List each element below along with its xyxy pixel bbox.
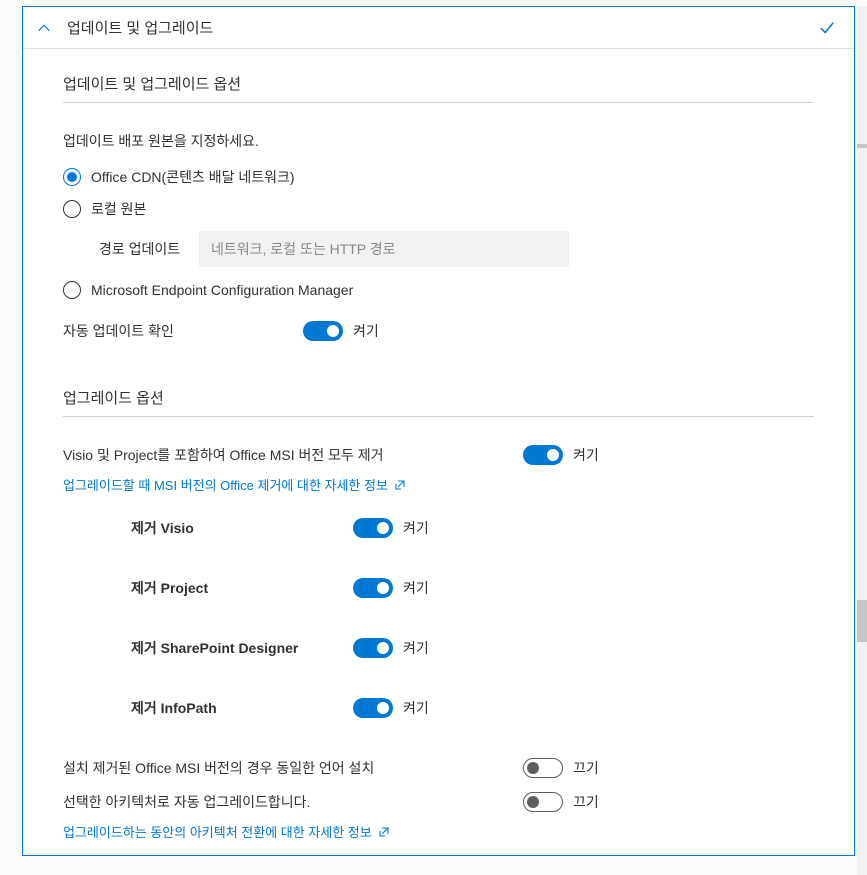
auto-arch-label: 선택한 아키텍처로 자동 업그레이드합니다. bbox=[63, 792, 523, 812]
radio-label: Microsoft Endpoint Configuration Manager bbox=[91, 282, 353, 298]
same-language-toggle[interactable] bbox=[523, 758, 563, 778]
same-language-label: 설치 제거된 Office MSI 버전의 경우 동일한 언어 설치 bbox=[63, 758, 523, 778]
panel-content: 업데이트 및 업그레이드 옵션 업데이트 배포 원본을 지정하세요. Offic… bbox=[23, 49, 854, 855]
auto-update-check-row: 자동 업데이트 확인 켜기 bbox=[63, 321, 814, 341]
toggle-state: 끄기 bbox=[573, 792, 599, 812]
arch-info-link[interactable]: 업그레이드하는 동안의 아키텍처 전환에 대한 자세한 정보 bbox=[63, 822, 814, 841]
remove-project-toggle[interactable] bbox=[353, 578, 393, 598]
radio-mecm[interactable]: Microsoft Endpoint Configuration Manager bbox=[63, 281, 814, 299]
radio-icon bbox=[63, 200, 81, 218]
remove-spd-row: 제거 SharePoint Designer 켜기 bbox=[63, 638, 814, 658]
section-heading-upgrade: 업그레이드 옵션 bbox=[63, 387, 814, 417]
toggle-state: 켜기 bbox=[403, 638, 429, 658]
chevron-up-icon bbox=[37, 21, 51, 35]
same-language-row: 설치 제거된 Office MSI 버전의 경우 동일한 언어 설치 끄기 bbox=[63, 758, 814, 778]
remove-visio-toggle[interactable] bbox=[353, 518, 393, 538]
msi-info-link[interactable]: 업그레이드할 때 MSI 버전의 Office 제거에 대한 자세한 정보 bbox=[63, 475, 814, 494]
radio-label: Office CDN(콘텐츠 배달 네트워크) bbox=[91, 167, 295, 187]
remove-msi-toggle[interactable] bbox=[523, 445, 563, 465]
radio-icon bbox=[63, 281, 81, 299]
remove-infopath-row: 제거 InfoPath 켜기 bbox=[63, 698, 814, 718]
radio-icon bbox=[63, 168, 81, 186]
panel-header[interactable]: 업데이트 및 업그레이드 bbox=[23, 7, 854, 49]
instruction-text: 업데이트 배포 원본을 지정하세요. bbox=[63, 131, 814, 151]
remove-spd-label: 제거 SharePoint Designer bbox=[63, 638, 353, 658]
external-link-icon bbox=[394, 479, 406, 491]
remove-visio-label: 제거 Visio bbox=[63, 518, 353, 538]
update-upgrade-panel: 업데이트 및 업그레이드 업데이트 및 업그레이드 옵션 업데이트 배포 원본을… bbox=[22, 6, 855, 856]
auto-update-label: 자동 업데이트 확인 bbox=[63, 321, 303, 341]
check-icon bbox=[818, 19, 836, 37]
auto-update-toggle[interactable] bbox=[303, 321, 343, 341]
update-path-input[interactable] bbox=[199, 231, 569, 267]
scrollbar-track[interactable] bbox=[857, 6, 867, 875]
remove-infopath-toggle[interactable] bbox=[353, 698, 393, 718]
remove-project-label: 제거 Project bbox=[63, 578, 353, 598]
toggle-state: 켜기 bbox=[403, 578, 429, 598]
link-text: 업그레이드하는 동안의 아키텍처 전환에 대한 자세한 정보 bbox=[63, 822, 372, 841]
radio-local-source[interactable]: 로컬 원본 bbox=[63, 199, 814, 219]
remove-visio-row: 제거 Visio 켜기 bbox=[63, 518, 814, 538]
update-path-row: 경로 업데이트 bbox=[99, 231, 814, 267]
scrollbar-thumb[interactable] bbox=[857, 144, 867, 148]
radio-label: 로컬 원본 bbox=[91, 199, 146, 219]
auto-arch-row: 선택한 아키텍처로 자동 업그레이드합니다. 끄기 bbox=[63, 792, 814, 812]
scrollbar-thumb[interactable] bbox=[857, 600, 867, 642]
remove-infopath-label: 제거 InfoPath bbox=[63, 698, 353, 718]
toggle-state: 켜기 bbox=[403, 698, 429, 718]
update-path-label: 경로 업데이트 bbox=[99, 239, 199, 259]
external-link-icon bbox=[378, 826, 390, 838]
panel-title: 업데이트 및 업그레이드 bbox=[67, 17, 818, 38]
auto-arch-toggle[interactable] bbox=[523, 792, 563, 812]
section-heading-update: 업데이트 및 업그레이드 옵션 bbox=[63, 73, 814, 103]
toggle-state: 켜기 bbox=[353, 321, 379, 341]
remove-project-row: 제거 Project 켜기 bbox=[63, 578, 814, 598]
link-text: 업그레이드할 때 MSI 버전의 Office 제거에 대한 자세한 정보 bbox=[63, 475, 388, 494]
remove-msi-row: Visio 및 Project를 포함하여 Office MSI 버전 모두 제… bbox=[63, 445, 814, 465]
toggle-state: 끄기 bbox=[573, 758, 599, 778]
toggle-state: 켜기 bbox=[573, 445, 599, 465]
remove-msi-label: Visio 및 Project를 포함하여 Office MSI 버전 모두 제… bbox=[63, 445, 523, 465]
radio-office-cdn[interactable]: Office CDN(콘텐츠 배달 네트워크) bbox=[63, 167, 814, 187]
remove-spd-toggle[interactable] bbox=[353, 638, 393, 658]
toggle-state: 켜기 bbox=[403, 518, 429, 538]
